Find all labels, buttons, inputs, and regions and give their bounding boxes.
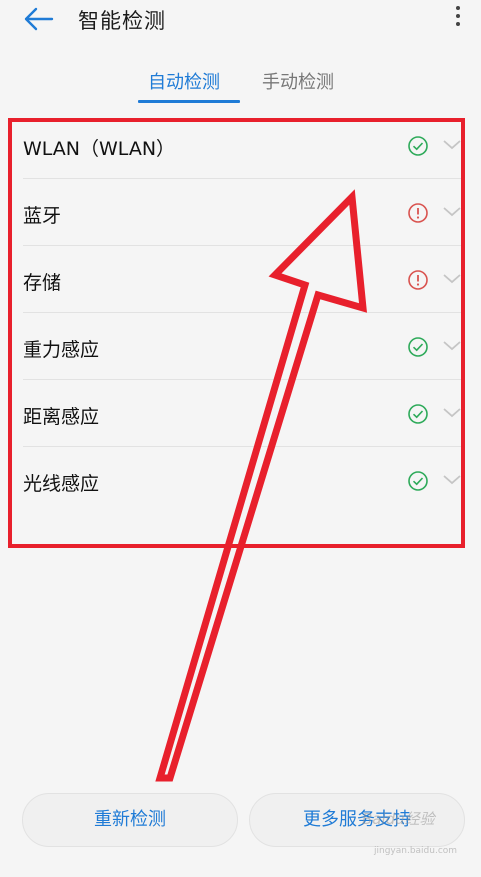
check-item-label: 存储 <box>23 272 62 294</box>
recheck-button[interactable]: 重新检测 <box>22 793 238 847</box>
app-header: 智能检测 <box>0 0 481 46</box>
check-item-label: 距离感应 <box>23 406 100 428</box>
check-item-proximity-sensor[interactable]: 距离感应 <box>0 380 481 447</box>
chevron-down-icon[interactable] <box>442 406 462 420</box>
chevron-down-icon[interactable] <box>442 138 462 152</box>
check-item-light-sensor[interactable]: 光线感应 <box>0 447 481 514</box>
baidu-watermark: Baidu经验 <box>362 810 435 828</box>
tab-auto-check[interactable]: 自动检测 <box>148 68 220 94</box>
tab-bar: 自动检测 手动检测 <box>0 62 481 106</box>
check-item-storage[interactable]: 存储 <box>0 246 481 313</box>
check-circle-icon <box>408 404 428 424</box>
warning-circle-icon <box>408 203 428 223</box>
chevron-down-icon[interactable] <box>442 272 462 286</box>
back-arrow-icon[interactable] <box>22 2 56 36</box>
more-options-icon[interactable] <box>448 2 468 36</box>
page-title: 智能检测 <box>78 9 166 33</box>
check-circle-icon <box>408 337 428 357</box>
tab-manual-check[interactable]: 手动检测 <box>262 68 334 94</box>
active-tab-indicator <box>138 100 240 103</box>
check-item-label: 重力感应 <box>23 339 100 361</box>
chevron-down-icon[interactable] <box>442 473 462 487</box>
check-circle-icon <box>408 136 428 156</box>
chevron-down-icon[interactable] <box>442 339 462 353</box>
check-item-bluetooth[interactable]: 蓝牙 <box>0 179 481 246</box>
chevron-down-icon[interactable] <box>442 205 462 219</box>
check-circle-icon <box>408 471 428 491</box>
check-item-label: 蓝牙 <box>23 205 62 227</box>
check-items-list: WLAN（WLAN） 蓝牙 存储 重力感应 距离感应 光线感应 <box>0 112 481 514</box>
check-item-label: WLAN（WLAN） <box>23 138 176 160</box>
check-item-gravity-sensor[interactable]: 重力感应 <box>0 313 481 380</box>
warning-circle-icon <box>408 270 428 290</box>
check-item-wlan[interactable]: WLAN（WLAN） <box>0 112 481 179</box>
check-item-label: 光线感应 <box>23 473 100 495</box>
baidu-watermark-url: jingyan.baidu.com <box>374 846 458 856</box>
